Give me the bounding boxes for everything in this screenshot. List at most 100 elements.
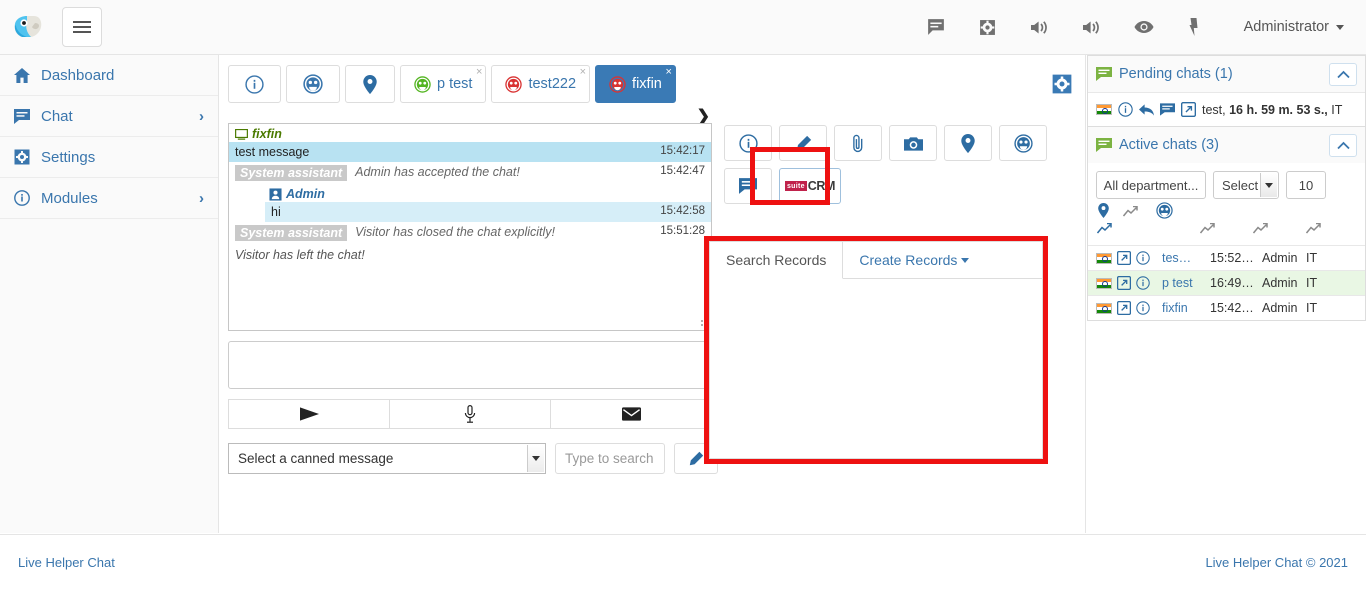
- home-icon: [14, 67, 38, 83]
- tab-visitor[interactable]: [286, 65, 340, 103]
- dropdown-arrow[interactable]: [1260, 173, 1277, 197]
- suitecrm-button[interactable]: suite CRM: [779, 168, 841, 204]
- active-chats-table: tes… 15:52… Admin IT p test 16:49… Admin…: [1088, 245, 1365, 320]
- info-circle-icon[interactable]: [1136, 251, 1150, 265]
- pending-chats-collapse-button[interactable]: [1329, 62, 1357, 86]
- pending-chat-country: IT: [1331, 102, 1343, 117]
- table-row[interactable]: tes… 15:52… Admin IT: [1088, 245, 1365, 271]
- row-icons: [1090, 251, 1158, 265]
- chat-settings-button[interactable]: [1051, 73, 1073, 95]
- message-input[interactable]: [228, 341, 712, 389]
- tab-chat-fixfin[interactable]: fixfin ×: [595, 65, 676, 103]
- chevron-up-icon: [1336, 141, 1350, 149]
- pending-chat-name: test,: [1202, 102, 1226, 117]
- pending-chat-row[interactable]: test, 16 h. 59 m. 53 s., IT: [1088, 92, 1365, 126]
- edit-button[interactable]: [779, 125, 827, 161]
- send-button[interactable]: [228, 399, 390, 429]
- chat-info-button[interactable]: [724, 125, 772, 161]
- eye-icon[interactable]: [1118, 0, 1170, 55]
- dropdown-arrow[interactable]: [527, 445, 544, 472]
- chat-user: Admin: [1260, 270, 1304, 296]
- menu-toggle-button[interactable]: [62, 7, 102, 47]
- pencil-icon: [689, 451, 704, 465]
- row-icons: [1090, 301, 1158, 315]
- location-button[interactable]: [944, 125, 992, 161]
- transcript-message-plain: Visitor has left the chat!: [235, 248, 365, 262]
- voice-button[interactable]: [390, 399, 551, 429]
- tab-chat-p-test[interactable]: p test ×: [400, 65, 487, 103]
- footer-copyright: Live Helper Chat © 2021: [1205, 554, 1348, 570]
- gear-icon[interactable]: [962, 0, 1014, 55]
- open-external-icon[interactable]: [1117, 276, 1131, 290]
- chat-time: 15:52…: [1208, 245, 1260, 271]
- info-circle-icon[interactable]: [1136, 301, 1150, 315]
- sidebar-item-settings[interactable]: Settings: [0, 137, 218, 178]
- tab-location[interactable]: [345, 65, 395, 103]
- tab-search-records[interactable]: Search Records: [710, 242, 844, 279]
- open-external-icon[interactable]: [1181, 102, 1196, 117]
- parrot-logo-icon: [14, 16, 42, 37]
- screenshot-button[interactable]: [889, 125, 937, 161]
- chat-icon[interactable]: [910, 0, 962, 55]
- transcript-visitor-name-row: fixfin: [229, 124, 711, 142]
- active-chats-header: Active chats (3): [1088, 127, 1365, 163]
- message-button[interactable]: [724, 168, 772, 204]
- reply-arrow-icon[interactable]: [1139, 103, 1154, 116]
- top-bar-actions: Administrator: [910, 0, 1366, 55]
- active-chats-collapse-button[interactable]: [1329, 133, 1357, 157]
- sidebar-item-modules[interactable]: Modules ›: [0, 178, 218, 219]
- paperclip-icon: [853, 134, 863, 152]
- chevron-down-icon: [1336, 24, 1344, 30]
- open-external-icon[interactable]: [1117, 301, 1131, 315]
- chevron-down-icon: [961, 257, 970, 263]
- right-sidebar: Pending chats (1) test, 16 h. 59 m. 53 s…: [1087, 55, 1366, 533]
- open-external-icon[interactable]: [1117, 251, 1131, 265]
- close-icon[interactable]: ×: [580, 67, 586, 78]
- chat-icon[interactable]: [1160, 103, 1175, 116]
- limit-input[interactable]: 10: [1286, 171, 1326, 199]
- department-filter[interactable]: All department...: [1096, 171, 1206, 199]
- search-input[interactable]: Type to search: [555, 443, 665, 474]
- chat-transcript[interactable]: fixfin test message 15:42:17 System assi…: [228, 123, 712, 331]
- row-icons: [1090, 276, 1158, 290]
- chat-name[interactable]: p test: [1160, 270, 1208, 296]
- user-menu[interactable]: Administrator: [1222, 19, 1348, 35]
- chat-name[interactable]: fixfin: [1160, 295, 1208, 320]
- tab-create-records[interactable]: Create Records: [843, 242, 986, 278]
- app-logo[interactable]: [0, 0, 56, 55]
- info-circle-icon[interactable]: [1136, 276, 1150, 290]
- sidebar-item-label: Settings: [41, 148, 96, 166]
- attachment-button[interactable]: [834, 125, 882, 161]
- tab-chat-info[interactable]: [228, 65, 281, 103]
- table-row[interactable]: p test 16:49… Admin IT: [1088, 270, 1365, 296]
- pending-chats-panel: Pending chats (1) test, 16 h. 59 m. 53 s…: [1087, 55, 1366, 127]
- footer-link[interactable]: Live Helper Chat: [18, 555, 115, 570]
- sidebar-item-chat[interactable]: Chat ›: [0, 96, 218, 137]
- chat-pane: ❯ fixfin test message 15:42:17 System as…: [228, 108, 718, 474]
- table-row[interactable]: fixfin 15:42… Admin IT: [1088, 295, 1365, 320]
- sidebar-item-label: Modules: [41, 189, 98, 207]
- chat-name[interactable]: tes…: [1160, 245, 1208, 271]
- chat-country: IT: [1304, 245, 1365, 271]
- volume-icon[interactable]: [1066, 0, 1118, 55]
- chat-country: IT: [1304, 270, 1365, 296]
- mail-button[interactable]: [551, 399, 712, 429]
- chevron-up-icon: [1336, 70, 1350, 78]
- visitor-button[interactable]: [999, 125, 1047, 161]
- bolt-icon[interactable]: [1170, 0, 1222, 55]
- tab-label: p test: [437, 76, 473, 92]
- select-filter[interactable]: Select c: [1213, 171, 1279, 199]
- tab-chat-test222[interactable]: test222 ×: [491, 65, 591, 103]
- sidebar-item-dashboard[interactable]: Dashboard: [0, 55, 218, 96]
- chat-icon: [739, 178, 757, 194]
- chevron-right-icon: ›: [199, 107, 204, 125]
- user-menu-label: Administrator: [1243, 19, 1329, 35]
- system-assistant-tag: System assistant: [235, 165, 348, 181]
- volume-icon[interactable]: [1014, 0, 1066, 55]
- close-icon[interactable]: ×: [476, 67, 482, 78]
- close-icon[interactable]: ×: [665, 67, 671, 78]
- canned-message-select[interactable]: Select a canned message: [228, 443, 546, 474]
- info-circle-icon[interactable]: [1118, 102, 1133, 117]
- info-circle-icon: [245, 74, 264, 94]
- tab-label: test222: [528, 76, 577, 92]
